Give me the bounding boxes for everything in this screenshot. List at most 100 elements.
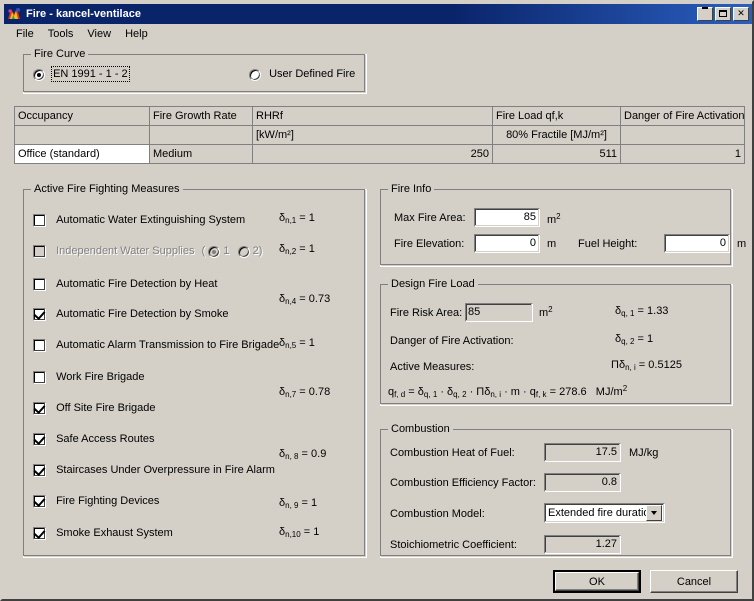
menu-item-view[interactable]: View xyxy=(80,26,118,42)
delta-n8-index: n, 8 xyxy=(285,452,299,461)
delta-n9: δn, 9 = 1 xyxy=(279,497,318,510)
checkbox-automatic-water-extinguishing[interactable]: Automatic Water Extinguishing System xyxy=(33,214,245,227)
checkbox-fire-detection-heat[interactable]: Automatic Fire Detection by Heat xyxy=(33,278,217,291)
minimize-button[interactable] xyxy=(697,7,713,21)
delta-n2-index: n,2 xyxy=(285,247,297,256)
delta-n7: δn,7 = 0.78 xyxy=(279,386,331,399)
checkbox-fire-fighting-devices[interactable]: Fire Fighting Devices xyxy=(33,495,159,508)
checkbox-label: Safe Access Routes xyxy=(56,433,155,446)
delta-q2-index: q, 2 xyxy=(621,337,635,346)
checkbox-label: Work Fire Brigade xyxy=(56,371,145,384)
fire-risk-area-input: 85 xyxy=(465,303,533,322)
ok-button[interactable]: OK xyxy=(553,570,641,593)
checkbox-label: Fire Fighting Devices xyxy=(56,495,160,508)
delta-n5-index: n,5 xyxy=(285,341,297,350)
radio-en1991[interactable]: EN 1991 - 1 - 2 xyxy=(33,66,130,82)
table-header-rhrf: RHRf xyxy=(252,106,493,126)
table-unit-rhrf: [kW/m²] xyxy=(252,125,493,145)
fire-elevation-input[interactable]: 0 xyxy=(474,234,540,253)
checkbox-label: Automatic Fire Detection by Smoke xyxy=(56,308,229,321)
radio-user-defined-label: User Defined Fire xyxy=(269,68,356,80)
cell-fire-load: 511 xyxy=(492,144,621,164)
active-measures-label: Active Measures: xyxy=(390,361,475,373)
delta-q1: δq, 1 = 1.33 xyxy=(615,305,669,318)
fire-curve-title: Fire Curve xyxy=(31,48,89,60)
fuel-height-unit: m xyxy=(737,238,747,250)
checkbox-staircases-overpressure[interactable]: Staircases Under Overpressure in Fire Al… xyxy=(33,464,275,477)
delta-n2-value: 1 xyxy=(308,243,315,255)
checkbox-off-site-fire-brigade[interactable]: Off Site Fire Brigade xyxy=(33,402,156,415)
fuel-height-input[interactable]: 0 xyxy=(664,234,730,253)
product-delta-n: Πδn, i = 0.5125 xyxy=(611,359,682,372)
checkbox-label: Independent Water Supplies xyxy=(56,245,195,258)
radio-supplies-1-indicator xyxy=(208,245,221,258)
delta-n10: δn,10 = 1 xyxy=(279,526,320,539)
checkbox-alarm-transmission[interactable]: Automatic Alarm Transmission to Fire Bri… xyxy=(33,339,279,352)
table-unit-occupancy xyxy=(14,125,150,145)
delta-q2: δq, 2 = 1 xyxy=(615,333,654,346)
checkbox-safe-access-routes[interactable]: Safe Access Routes xyxy=(33,433,155,446)
stoichiometric-label: Stoichiometric Coefficient: xyxy=(390,539,517,551)
delta-n1-value: 1 xyxy=(308,212,315,224)
flame-icon xyxy=(6,6,22,22)
cancel-button[interactable]: Cancel xyxy=(650,570,738,593)
delta-n8-value: 0.9 xyxy=(311,448,327,460)
radio-supplies-1-label: 1 xyxy=(223,245,230,258)
radio-supplies-2-indicator xyxy=(237,245,250,258)
cell-danger: 1 xyxy=(620,144,745,164)
delta-n7-index: n,7 xyxy=(285,390,297,399)
menu-item-tools[interactable]: Tools xyxy=(41,26,81,42)
window-title: Fire - kancel-ventilace xyxy=(26,8,141,20)
radio-en1991-label: EN 1991 - 1 - 2 xyxy=(51,66,130,82)
fire-elevation-label: Fire Elevation: xyxy=(394,238,465,250)
delta-n2: δn,2 = 1 xyxy=(279,243,315,256)
delta-n9-value: 1 xyxy=(311,497,318,509)
radio-en1991-indicator xyxy=(33,69,45,82)
design-fire-load-result: 278.6 xyxy=(559,386,587,398)
ok-button-label: OK xyxy=(555,572,639,591)
table-row[interactable]: Office (standard) Medium 250 511 1 xyxy=(14,144,745,164)
product-delta-n-value: 0.5125 xyxy=(648,359,682,371)
radio-user-defined-indicator xyxy=(249,69,261,82)
delta-n5: δn,5 = 1 xyxy=(279,337,315,350)
combustion-model-value: Extended fire duratio xyxy=(548,506,646,519)
menu-item-help[interactable]: Help xyxy=(118,26,155,42)
delta-q2-value: 1 xyxy=(647,333,654,345)
delta-n8: δn, 8 = 0.9 xyxy=(279,448,327,461)
combustion-efficiency-label: Combustion Efficiency Factor: xyxy=(390,477,536,489)
max-fire-area-label: Max Fire Area: xyxy=(394,212,466,224)
delta-n9-index: n, 9 xyxy=(285,501,299,510)
checkbox-indicator xyxy=(33,402,46,415)
checkbox-indicator xyxy=(33,527,46,540)
table-unit-danger xyxy=(620,125,745,145)
checkbox-fire-detection-smoke[interactable]: Automatic Fire Detection by Smoke xyxy=(33,308,228,321)
checkbox-indicator xyxy=(33,495,46,508)
fire-risk-area-label: Fire Risk Area: xyxy=(390,307,463,319)
checkbox-label: Automatic Water Extinguishing System xyxy=(56,214,246,227)
max-fire-area-input[interactable]: 85 xyxy=(474,208,540,227)
window-controls: ✕ xyxy=(697,7,749,21)
table-header-growth-rate: Fire Growth Rate xyxy=(149,106,253,126)
delta-n10-index: n,10 xyxy=(285,530,301,539)
independent-water-supplies-radios: ( 1 2) xyxy=(201,245,263,258)
title-bar[interactable]: Fire - kancel-ventilace ✕ xyxy=(4,4,752,24)
checkbox-work-fire-brigade[interactable]: Work Fire Brigade xyxy=(33,371,145,384)
fire-info-group: Fire Info Max Fire Area: 85 m2 Fire Elev… xyxy=(380,183,746,267)
delta-n1: δn,1 = 1 xyxy=(279,212,315,225)
combustion-group: Combustion Combustion Heat of Fuel: 17.5… xyxy=(380,423,733,558)
checkbox-indicator xyxy=(33,339,46,352)
radio-user-defined-fire[interactable]: User Defined Fire xyxy=(249,68,356,82)
maximize-button[interactable] xyxy=(715,7,731,21)
fire-risk-area-unit: m2 xyxy=(539,305,553,319)
checkbox-smoke-exhaust-system[interactable]: Smoke Exhaust System xyxy=(33,527,173,540)
menu-item-file[interactable]: File xyxy=(9,26,41,42)
close-button[interactable]: ✕ xyxy=(733,7,749,21)
delta-n5-value: 1 xyxy=(308,337,315,349)
combustion-heat-label: Combustion Heat of Fuel: xyxy=(390,447,515,459)
delta-n4-index: n,4 xyxy=(285,297,297,306)
active-measures-group: Active Fire Fighting Measures Automatic … xyxy=(23,183,367,558)
delta-n4-value: 0.73 xyxy=(308,293,331,305)
chevron-down-icon[interactable] xyxy=(646,505,662,521)
combustion-model-select[interactable]: Extended fire duratio xyxy=(544,503,665,523)
checkbox-label: Automatic Fire Detection by Heat xyxy=(56,278,218,291)
